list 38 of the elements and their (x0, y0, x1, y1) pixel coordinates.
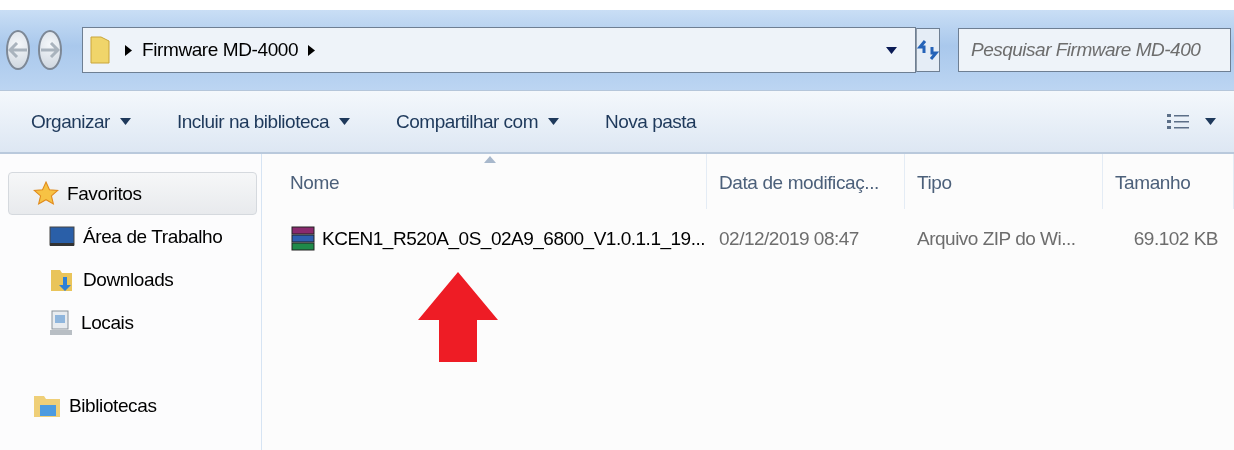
chevron-icon (125, 44, 132, 56)
caret-icon (1205, 118, 1216, 125)
monitor-icon (49, 224, 75, 249)
caret-icon (548, 118, 559, 125)
caret-icon (119, 118, 131, 125)
file-type: Arquivo ZIP do Wi... (916, 228, 1077, 250)
address-bar[interactable]: Firmware MD-4000 (82, 27, 916, 73)
modified-date: 02/12/2019 08:47 (718, 228, 860, 250)
column-header[interactable]: Tamanho (1103, 154, 1234, 209)
sidebar-item[interactable]: Locais (8, 301, 257, 344)
caret-icon (339, 118, 351, 125)
file-name[interactable]: KCEN1_R520A_0S_02A9_6800_V1.0.1.1_19... (322, 228, 705, 250)
sidebar-item[interactable]: Área de Trabalho (8, 215, 257, 258)
right-arrow-icon (40, 42, 60, 58)
refresh-button[interactable] (916, 28, 940, 72)
toolbar-button[interactable]: Nova pasta (594, 110, 708, 133)
toolbar-button[interactable]: Compartilhar com (385, 110, 570, 133)
sidebar-item[interactable]: Bibliotecas (8, 384, 257, 427)
back-button[interactable] (6, 30, 30, 70)
sidebar-item[interactable]: Favoritos (8, 172, 257, 215)
column-header[interactable]: Data de modificaç... (707, 154, 905, 209)
star-icon (33, 180, 59, 207)
chevron-icon (308, 44, 316, 56)
folder-icon (89, 35, 111, 65)
column-header[interactable]: Tipo (905, 154, 1103, 209)
column-header[interactable]: Nome (262, 154, 707, 209)
computer-icon (49, 309, 73, 336)
sidebar-item[interactable]: Downloads (8, 258, 257, 301)
archive-books-icon (290, 225, 316, 253)
view-options-icon[interactable] (1167, 112, 1189, 131)
file-size: 69.102 KB (1132, 228, 1219, 250)
search-field[interactable]: Pesquisar Firmware MD-400 (958, 28, 1231, 72)
caret-icon (886, 46, 897, 54)
forward-button[interactable] (38, 30, 62, 70)
breadcrumb[interactable]: Firmware MD-4000 (132, 39, 309, 61)
toolbar-button[interactable]: Incluir na biblioteca (165, 110, 362, 133)
left-arrow-icon (8, 42, 28, 58)
toolbar-button[interactable]: Organizar (20, 110, 142, 133)
